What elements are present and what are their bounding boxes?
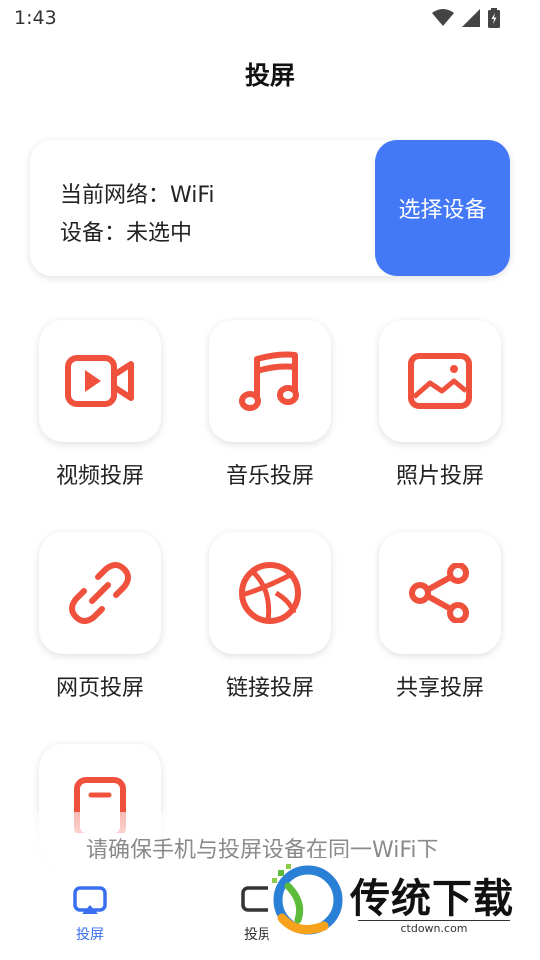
network-status: 当前网络：WiFi — [60, 183, 215, 208]
basketball-icon — [239, 562, 301, 624]
wifi-icon — [432, 9, 454, 26]
link-cast-tile[interactable] — [209, 532, 331, 654]
video-icon — [65, 355, 134, 407]
status-bar: 1:43 — [0, 0, 540, 36]
share-cast-label: 共享投屏 — [395, 676, 484, 701]
battery-icon — [488, 8, 500, 28]
video-cast-tile[interactable] — [39, 320, 161, 442]
music-cast-tile[interactable] — [209, 320, 331, 442]
select-device-button[interactable]: 选择设备 — [375, 140, 510, 276]
device-card: 当前网络：WiFi 设备：未选中 选择设备 — [30, 140, 510, 276]
web-cast-tile[interactable] — [39, 532, 161, 654]
share-cast-tile[interactable] — [379, 532, 501, 654]
cell-signal-icon — [462, 9, 480, 27]
watermark-logo-icon — [272, 864, 343, 935]
music-note-icon — [239, 351, 299, 411]
status-time: 1:43 — [14, 7, 57, 29]
page-title: 投屏 — [244, 61, 295, 90]
cast-icon — [73, 886, 107, 914]
photo-cast-label: 照片投屏 — [395, 464, 484, 489]
watermark-url: ctdown.com — [358, 920, 510, 935]
music-cast-label: 音乐投屏 — [225, 464, 314, 489]
web-cast-label: 网页投屏 — [55, 676, 144, 701]
link-cast-label: 链接投屏 — [225, 676, 314, 701]
photo-cast-tile[interactable] — [379, 320, 501, 442]
image-icon — [408, 353, 472, 409]
watermark: 传统下载 ctdown.com — [268, 858, 518, 938]
tab-cast[interactable]: 投屏 — [45, 886, 135, 944]
watermark-name: 传统下载 — [350, 876, 514, 922]
share-icon — [409, 563, 469, 623]
status-icons — [432, 8, 500, 28]
video-cast-label: 视频投屏 — [55, 464, 144, 489]
tab-cast-label: 投屏 — [76, 927, 104, 943]
link-icon — [69, 562, 131, 624]
device-status: 设备：未选中 — [60, 221, 193, 246]
